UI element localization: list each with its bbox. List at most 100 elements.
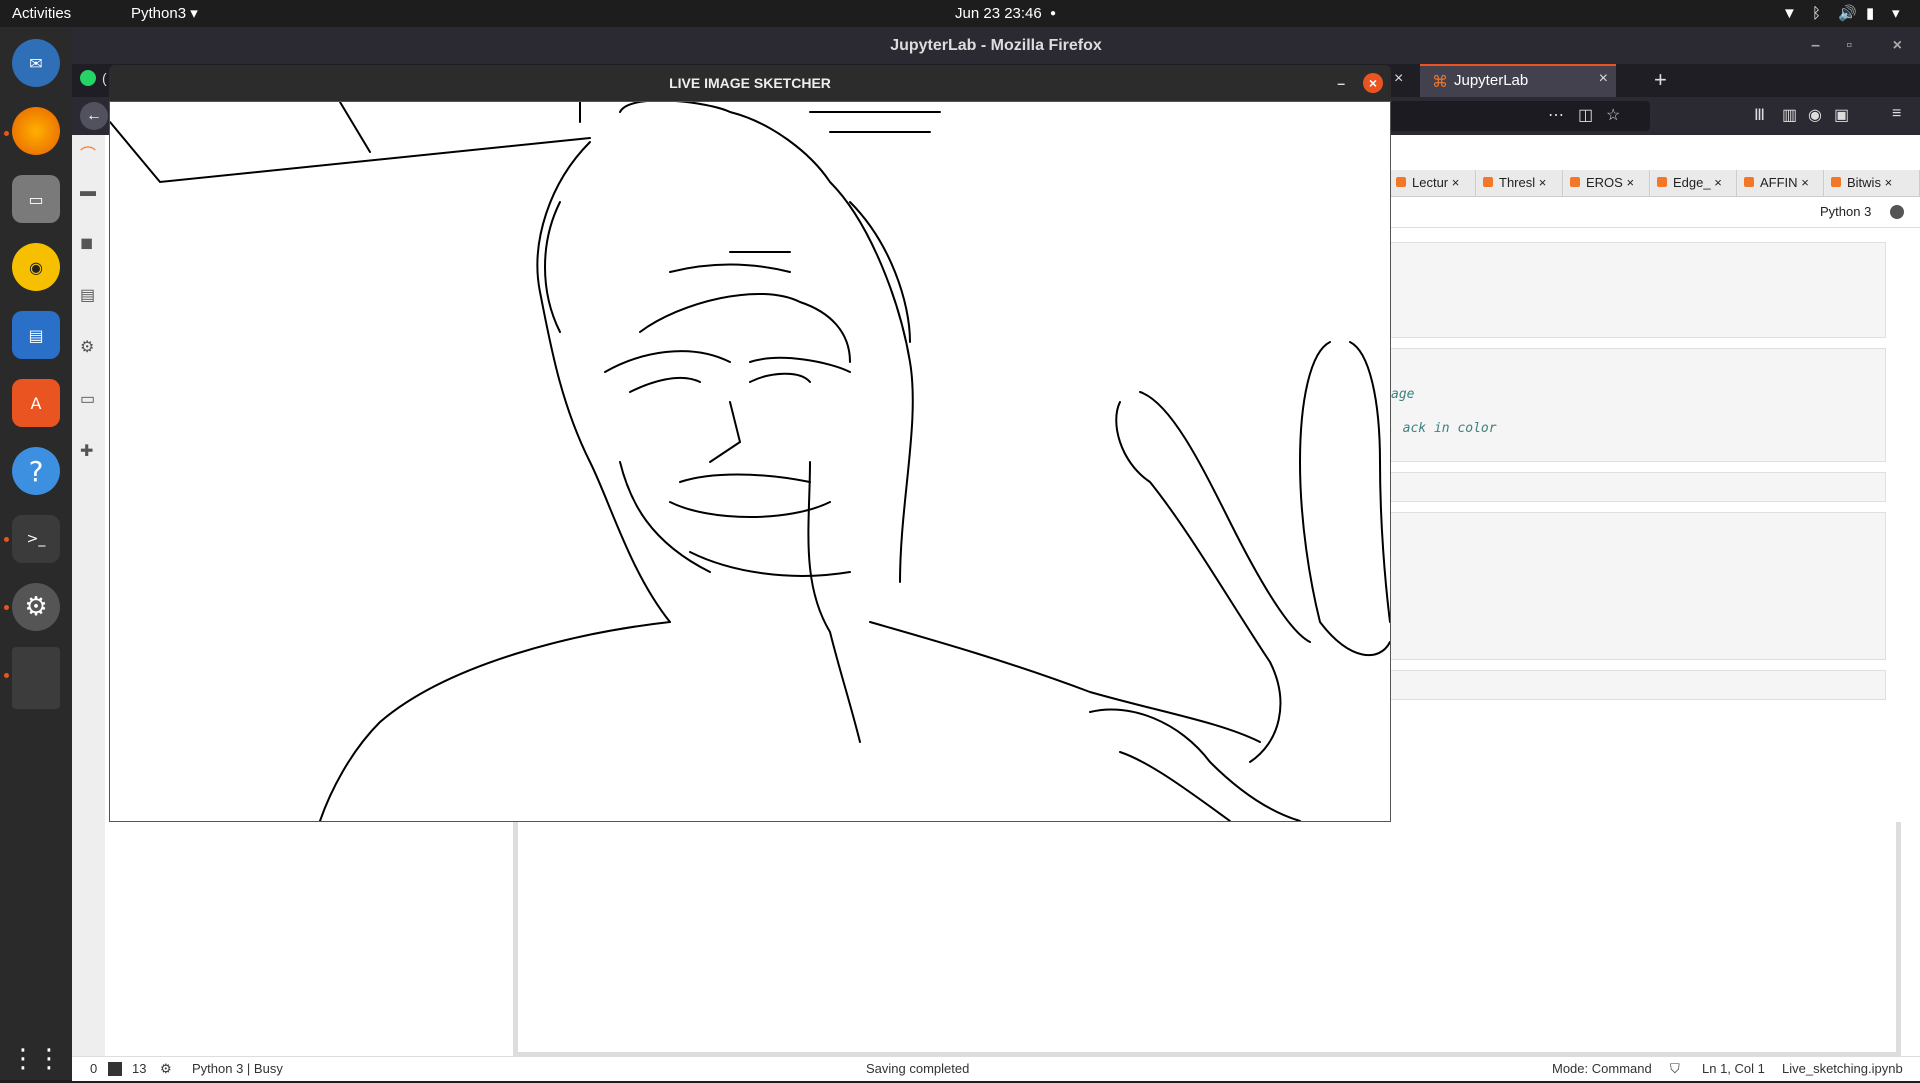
account-icon[interactable]: ◉ (1808, 105, 1822, 125)
running-indicator (4, 131, 9, 136)
notebook-tab[interactable]: Lectur × (1390, 170, 1476, 196)
file-name: Live_sketching.ipynb (1782, 1061, 1903, 1076)
jupyter-logo-icon: ⌒ (80, 147, 97, 164)
help-icon[interactable]: ? (12, 447, 60, 495)
settings-icon[interactable]: ⚙ (12, 583, 60, 631)
close-icon[interactable]: × (1363, 73, 1383, 93)
property-inspector-icon[interactable]: ⚙ (80, 337, 94, 357)
python-window-app[interactable] (12, 647, 60, 709)
software-icon[interactable]: A (12, 379, 60, 427)
activities-button[interactable]: Activities (12, 0, 71, 27)
tab-label: Lectur (1412, 175, 1449, 190)
tab-label: Bitwis (1847, 175, 1881, 190)
notebook-icon (1657, 177, 1667, 187)
wifi-icon[interactable]: ▼ (1782, 0, 1797, 27)
clock[interactable]: Jun 23 23:46 (955, 0, 1042, 27)
window-title: JupyterLab - Mozilla Firefox (890, 37, 1102, 54)
page-actions-icon[interactable]: ⋯ (1548, 105, 1564, 125)
mode-indicator[interactable]: Mode: Command (1552, 1057, 1652, 1081)
close-icon[interactable]: × (1599, 70, 1608, 88)
tab-label: JupyterLab (1454, 72, 1529, 89)
running-indicator (4, 673, 9, 678)
notebook-icon (1570, 177, 1580, 187)
kernel-busy-indicator-icon (1890, 205, 1904, 219)
commands-icon[interactable]: ▤ (80, 285, 95, 305)
notebook-cell[interactable] (1390, 242, 1886, 338)
notebook-tab-bar: Lectur × Thresl × EROS × Edge_ × AFFIN ×… (1390, 170, 1920, 197)
pocket-icon[interactable]: ◫ (1578, 105, 1593, 125)
shield-icon: ⛉ (1670, 1061, 1680, 1076)
notebook-toolbar: Python 3 (1390, 197, 1920, 228)
minimize-icon[interactable]: – (1811, 27, 1820, 64)
notebook-cell[interactable]: age , ack in color (1387, 348, 1886, 462)
close-icon[interactable]: × (1394, 70, 1403, 88)
notebook-tab[interactable]: Bitwis × (1825, 170, 1920, 196)
close-icon[interactable]: × (1714, 175, 1722, 190)
rhythmbox-icon[interactable]: ◉ (12, 243, 60, 291)
show-applications-icon[interactable]: ⋮⋮ (10, 1035, 62, 1083)
back-icon[interactable]: ← (80, 102, 108, 130)
running-indicator (4, 537, 9, 542)
bluetooth-icon[interactable]: ᛒ (1812, 0, 1821, 27)
close-icon[interactable]: × (1626, 175, 1634, 190)
kernel-name[interactable]: Python 3 (1820, 204, 1871, 219)
maximize-icon[interactable]: ▫ (1846, 27, 1852, 64)
terminal-icon (108, 1062, 122, 1076)
notebook-tab[interactable]: Thresl × (1477, 170, 1563, 196)
bookmark-star-icon[interactable]: ☆ (1606, 105, 1620, 125)
thunderbird-icon[interactable]: ✉ (12, 39, 60, 87)
terminal-icon[interactable]: >_ (12, 515, 60, 563)
app-menu[interactable]: Python3 ▾ (131, 0, 198, 27)
running-indicator (4, 605, 9, 610)
close-icon[interactable]: × (1893, 27, 1902, 64)
notebook-cell[interactable] (1390, 670, 1886, 700)
tab-label: AFFIN (1760, 175, 1798, 190)
tab-jupyterlab[interactable]: ⌘ JupyterLab × (1420, 64, 1616, 97)
notebook-panel (513, 822, 1901, 1057)
whatsapp-icon[interactable] (80, 70, 96, 86)
firefox-icon[interactable] (12, 107, 60, 155)
tabs-icon[interactable]: ▭ (80, 389, 95, 409)
jupyter-left-sidebar: ⌒ ▬ ◼ ▤ ⚙ ▭ ✚ (72, 135, 106, 1056)
sketcher-titlebar[interactable]: LIVE IMAGE SKETCHER – × (109, 65, 1391, 101)
notebook-icon (1831, 177, 1841, 187)
notebook-tab[interactable]: AFFIN × (1738, 170, 1824, 196)
library-icon[interactable]: Ⅲ (1754, 105, 1765, 125)
close-icon[interactable]: × (1539, 175, 1547, 190)
notification-dot-icon: ● (1050, 8, 1057, 19)
kernel-status[interactable]: Python 3 | Busy (192, 1057, 283, 1081)
jupyter-icon: ⌘ (1432, 74, 1448, 91)
folder-icon[interactable]: ▬ (80, 183, 96, 201)
hamburger-menu-icon[interactable]: ≡ (1892, 105, 1901, 123)
writer-icon[interactable]: ▤ (12, 311, 60, 359)
tab-first-label[interactable]: ( (102, 70, 107, 86)
notebook-icon (1744, 177, 1754, 187)
notebook-cell[interactable] (1390, 512, 1886, 660)
notebook-icon (1483, 177, 1493, 187)
code-comment: , ack in color (1387, 421, 1497, 436)
firefox-titlebar: JupyterLab - Mozilla Firefox – ▫ × (72, 27, 1920, 64)
notebook-cell[interactable] (1390, 472, 1886, 502)
cursor-position[interactable]: Ln 1, Col 1 (1702, 1057, 1765, 1081)
sidebar-icon[interactable]: ▥ (1782, 105, 1797, 125)
system-menu-chevron-icon[interactable]: ▾ (1892, 0, 1900, 27)
new-tab-button[interactable]: + (1654, 67, 1667, 93)
notebook-tab[interactable]: Edge_ × (1651, 170, 1737, 196)
chevron-down-icon: ▾ (190, 5, 198, 22)
notebook-tab[interactable]: EROS × (1564, 170, 1650, 196)
files-icon[interactable]: ▭ (12, 175, 60, 223)
close-icon[interactable]: × (1885, 175, 1893, 190)
terminal-count[interactable]: 13 (132, 1057, 146, 1081)
tab-label: Thresl (1499, 175, 1536, 190)
minimize-icon[interactable]: – (1337, 65, 1345, 101)
volume-icon[interactable]: 🔊 (1838, 0, 1857, 27)
code-comment: age (1391, 387, 1415, 402)
battery-icon[interactable]: ▮ (1866, 0, 1874, 27)
notebook-icon (1396, 177, 1406, 187)
extensions-icon[interactable]: ✚ (80, 441, 93, 461)
running-kernels-icon[interactable]: ◼ (80, 233, 93, 253)
extension-icon[interactable]: ▣ (1834, 105, 1849, 125)
close-icon[interactable]: × (1452, 175, 1460, 190)
close-icon[interactable]: × (1801, 175, 1809, 190)
status-zero[interactable]: 0 (90, 1057, 97, 1081)
